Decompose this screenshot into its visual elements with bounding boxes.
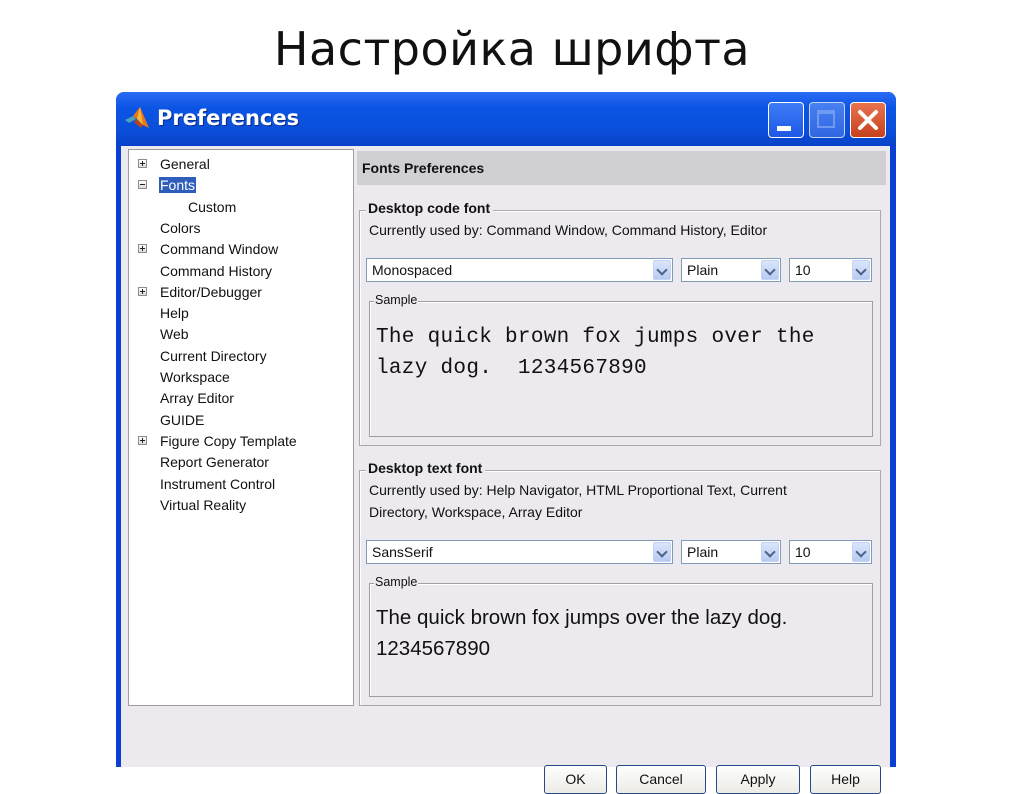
chevron-down-icon[interactable]	[761, 542, 779, 562]
tree-item-array-editor[interactable]: Array Editor	[159, 388, 235, 408]
tree-item-label: Report Generator	[160, 454, 269, 471]
code-font-sample-line-2: lazy dog. 1234567890	[376, 357, 647, 380]
tree-item-command-window[interactable]: Command Window	[138, 239, 279, 259]
code-font-style-select[interactable]: Plain	[681, 258, 781, 282]
tree-item-editor-debugger[interactable]: Editor/Debugger	[138, 282, 263, 302]
panel-header: Fonts Preferences	[357, 151, 886, 185]
tree-item-general[interactable]: General	[138, 154, 211, 174]
tree-item-label: Command History	[160, 262, 273, 279]
text-font-used-by-line-2: Directory, Workspace, Array Editor	[369, 504, 583, 520]
tree-item-label: Array Editor	[160, 390, 234, 407]
tree-item-label: Virtual Reality	[160, 496, 247, 513]
text-font-used-by: Currently used by: Help Navigator, HTML …	[369, 479, 869, 523]
tree-item-custom[interactable]: Custom	[187, 197, 237, 217]
text-font-sample-text: The quick brown fox jumps over the lazy …	[376, 602, 871, 664]
text-font-size-select[interactable]: 10	[789, 540, 872, 564]
text-font-sample-line-1: The quick brown fox jumps over the lazy …	[376, 606, 788, 629]
tree-item-report-generator[interactable]: Report Generator	[159, 452, 270, 472]
tree-item-label: Figure Copy Template	[160, 432, 297, 449]
tree-item-web[interactable]: Web	[159, 324, 190, 344]
chevron-down-icon[interactable]	[852, 542, 870, 562]
collapse-minus-icon[interactable]	[138, 180, 147, 190]
matlab-logo-icon	[125, 107, 149, 128]
code-font-family-value: Monospaced	[372, 262, 453, 278]
tree-item-command-history[interactable]: Command History	[159, 261, 273, 281]
chevron-down-icon[interactable]	[852, 260, 870, 280]
tree-item-label: General	[160, 156, 210, 172]
tree-item-label: Fonts	[159, 177, 197, 194]
text-font-sample-title: Sample	[374, 575, 419, 589]
code-font-family-select[interactable]: Monospaced	[366, 258, 673, 282]
text-font-family-value: SansSerif	[372, 544, 433, 560]
tree-item-label: Workspace	[160, 369, 230, 385]
preferences-tree[interactable]: General Fonts Custom Colors Command Window Co…	[128, 149, 354, 706]
code-font-sample-title: Sample	[374, 293, 419, 307]
close-button[interactable]	[850, 102, 886, 138]
expand-plus-icon[interactable]	[138, 244, 147, 254]
tree-item-fonts[interactable]: Fonts	[138, 175, 197, 195]
cancel-button[interactable]: Cancel	[616, 765, 706, 794]
tree-item-colors[interactable]: Colors	[159, 218, 201, 238]
text-font-used-by-line-1: Currently used by: Help Navigator, HTML …	[369, 482, 787, 498]
tree-item-workspace[interactable]: Workspace	[159, 367, 231, 387]
tree-item-label: Command Window	[160, 241, 279, 258]
tree-item-label: Instrument Control	[160, 475, 276, 492]
minimize-button[interactable]	[768, 102, 804, 138]
code-font-style-value: Plain	[687, 262, 719, 278]
chevron-down-icon[interactable]	[653, 260, 671, 280]
tree-item-help[interactable]: Help	[159, 303, 190, 323]
code-font-sample-text: The quick brown fox jumps over the lazy …	[376, 322, 871, 384]
window-title: Preferences	[157, 106, 300, 130]
preferences-window: Preferences General Fonts Custom Colors Comm…	[116, 92, 896, 794]
tree-item-label: Custom	[188, 198, 237, 215]
code-font-size-select[interactable]: 10	[789, 258, 872, 282]
code-font-sample-line-1: The quick brown fox jumps over the	[376, 326, 815, 349]
text-font-group-title: Desktop text font	[366, 460, 486, 476]
apply-button[interactable]: Apply	[716, 765, 800, 794]
code-font-used-by: Currently used by: Command Window, Comma…	[369, 222, 768, 238]
tree-item-guide[interactable]: GUIDE	[159, 410, 205, 430]
expand-plus-icon[interactable]	[138, 286, 147, 296]
maximize-button[interactable]	[809, 102, 845, 138]
expand-plus-icon[interactable]	[138, 435, 147, 445]
text-font-style-value: Plain	[687, 544, 719, 560]
code-font-sample-box: Sample The quick brown fox jumps over th…	[369, 293, 873, 437]
tree-item-label: GUIDE	[160, 411, 205, 428]
text-font-size-value: 10	[795, 544, 811, 560]
dialog-body: General Fonts Custom Colors Command Window Co…	[121, 146, 890, 767]
tree-item-virtual-reality[interactable]: Virtual Reality	[159, 495, 247, 515]
expand-plus-icon[interactable]	[138, 159, 147, 168]
tree-item-current-directory[interactable]: Current Directory	[159, 346, 268, 366]
chevron-down-icon[interactable]	[761, 260, 779, 280]
title-bar[interactable]: Preferences	[116, 92, 896, 146]
text-font-family-select[interactable]: SansSerif	[366, 540, 673, 564]
slide-title: Настройка шрифта	[273, 22, 751, 76]
text-font-sample-box: Sample The quick brown fox jumps over th…	[369, 575, 873, 697]
code-font-group: Desktop code font Currently used by: Com…	[359, 200, 881, 446]
help-button[interactable]: Help	[810, 765, 881, 794]
text-font-group: Desktop text font Currently used by: Hel…	[359, 460, 881, 706]
tree-item-label: Current Directory	[160, 347, 267, 364]
ok-button[interactable]: OK	[544, 765, 607, 794]
text-font-sample-line-2: 1234567890	[376, 637, 491, 660]
tree-item-instrument-control[interactable]: Instrument Control	[159, 474, 276, 494]
code-font-size-value: 10	[795, 262, 811, 278]
tree-item-label: Editor/Debugger	[160, 283, 262, 300]
close-icon	[858, 110, 878, 130]
tree-item-label: Help	[160, 305, 189, 322]
chevron-down-icon[interactable]	[653, 542, 671, 562]
tree-item-label: Web	[160, 326, 189, 343]
tree-item-label: Colors	[160, 219, 201, 236]
code-font-group-title: Desktop code font	[366, 200, 494, 216]
text-font-style-select[interactable]: Plain	[681, 540, 781, 564]
tree-item-figure-copy-template[interactable]: Figure Copy Template	[138, 431, 298, 451]
